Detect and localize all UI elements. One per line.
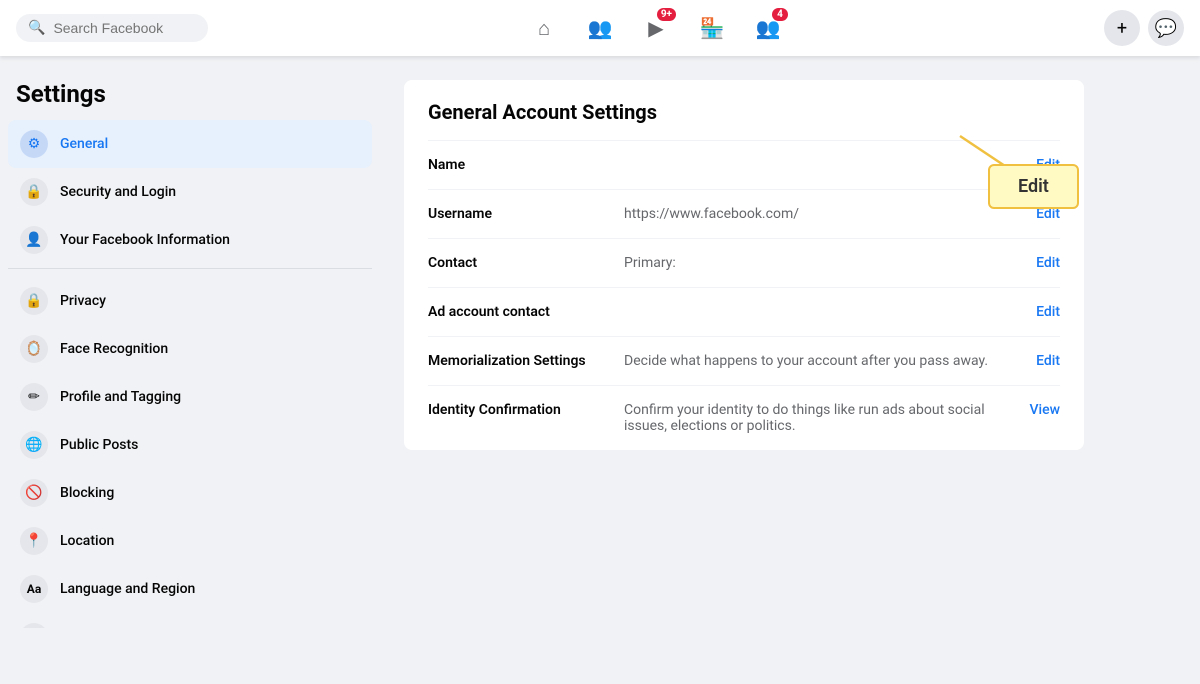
sidebar-item-security[interactable]: 🔒 Security and Login <box>8 168 372 216</box>
sidebar-item-blocking[interactable]: 🚫 Blocking <box>8 469 372 517</box>
contact-row: Contact Primary: Edit <box>428 238 1060 287</box>
blocking-icon: 🚫 <box>20 479 48 507</box>
sidebar-label-face-recognition: Face Recognition <box>60 341 168 357</box>
ad-account-row: Ad account contact Edit <box>428 287 1060 336</box>
username-label: Username <box>428 206 608 222</box>
nav-friends-button[interactable]: 👥 <box>576 4 624 52</box>
privacy-icon: 🔒 <box>20 287 48 315</box>
sidebar-item-public-posts[interactable]: 🌐 Public Posts <box>8 421 372 469</box>
nav-groups-button[interactable]: 👥 4 <box>744 4 792 52</box>
name-row: Name Edit <box>428 140 1060 189</box>
public-posts-icon: 🌐 <box>20 431 48 459</box>
friends-icon: 👥 <box>588 16 613 40</box>
messenger-button[interactable]: 💬 <box>1148 10 1184 46</box>
username-edit-button[interactable]: Edit <box>1036 206 1060 222</box>
sidebar-item-profile-tagging[interactable]: ✏ Profile and Tagging <box>8 373 372 421</box>
top-navigation: 🔍 ⌂ 👥 ▶ 9+ 🏪 👥 4 + 💬 <box>0 0 1200 56</box>
sidebar-item-location[interactable]: 📍 Location <box>8 517 372 565</box>
identity-row: Identity Confirmation Confirm your ident… <box>428 385 1060 450</box>
sidebar-label-public-posts: Public Posts <box>60 437 138 453</box>
sidebar-label-location: Location <box>60 533 114 549</box>
language-icon: Aa <box>20 575 48 603</box>
groups-badge: 4 <box>772 8 788 21</box>
plus-icon: + <box>1117 18 1127 39</box>
name-edit-button[interactable]: Edit <box>1036 157 1060 173</box>
watch-badge: 9+ <box>657 8 676 21</box>
sidebar-item-face-recognition[interactable]: 🪞 Face Recognition <box>8 325 372 373</box>
sidebar-item-facebook-info[interactable]: 👤 Your Facebook Information <box>8 216 372 264</box>
search-bar[interactable]: 🔍 <box>16 14 208 42</box>
sidebar-title: Settings <box>8 72 372 120</box>
face-recognition-icon: 🪞 <box>20 335 48 363</box>
ad-account-label: Ad account contact <box>428 304 608 320</box>
general-icon: ⚙ <box>20 130 48 158</box>
sidebar-item-stories[interactable]: 📖 Stories <box>8 613 372 628</box>
nav-marketplace-button[interactable]: 🏪 <box>688 4 736 52</box>
memorialization-edit-button[interactable]: Edit <box>1036 353 1060 369</box>
main-content: General Account Settings Name Edit Usern… <box>380 56 1200 628</box>
marketplace-icon: 🏪 <box>700 16 725 40</box>
sidebar-label-general: General <box>60 136 108 152</box>
security-icon: 🔒 <box>20 178 48 206</box>
contact-edit-button[interactable]: Edit <box>1036 255 1060 271</box>
sidebar-item-general[interactable]: ⚙ General <box>8 120 372 168</box>
nav-home-button[interactable]: ⌂ <box>520 4 568 52</box>
memorialization-desc: Decide what happens to your account afte… <box>624 353 1020 369</box>
sidebar-label-blocking: Blocking <box>60 485 114 501</box>
username-row: Username https://www.facebook.com/ Edit <box>428 189 1060 238</box>
contact-label: Contact <box>428 255 608 271</box>
ad-account-edit-button[interactable]: Edit <box>1036 304 1060 320</box>
page-body: Settings ⚙ General 🔒 Security and Login … <box>0 56 1200 628</box>
search-input[interactable] <box>53 20 196 36</box>
location-icon: 📍 <box>20 527 48 555</box>
messenger-icon: 💬 <box>1155 18 1177 39</box>
memorialization-label: Memorialization Settings <box>428 353 608 369</box>
add-button[interactable]: + <box>1104 10 1140 46</box>
identity-view-button[interactable]: View <box>1030 402 1061 418</box>
sidebar-label-language: Language and Region <box>60 581 195 597</box>
identity-desc: Confirm your identity to do things like … <box>624 402 1014 434</box>
settings-sidebar: Settings ⚙ General 🔒 Security and Login … <box>0 56 380 628</box>
settings-panel-title: General Account Settings <box>428 80 1060 140</box>
nav-right-actions: + 💬 <box>1104 10 1184 46</box>
settings-panel: General Account Settings Name Edit Usern… <box>404 80 1084 450</box>
sidebar-label-facebook-info: Your Facebook Information <box>60 232 230 248</box>
facebook-info-icon: 👤 <box>20 226 48 254</box>
username-value: https://www.facebook.com/ <box>624 206 1020 222</box>
memorialization-row: Memorialization Settings Decide what hap… <box>428 336 1060 385</box>
sidebar-item-privacy[interactable]: 🔒 Privacy <box>8 277 372 325</box>
sidebar-divider-1 <box>8 268 372 269</box>
sidebar-label-security: Security and Login <box>60 184 176 200</box>
stories-icon: 📖 <box>20 623 48 628</box>
nav-icons-group: ⌂ 👥 ▶ 9+ 🏪 👥 4 <box>208 4 1104 52</box>
identity-label: Identity Confirmation <box>428 402 608 418</box>
nav-watch-button[interactable]: ▶ 9+ <box>632 4 680 52</box>
name-label: Name <box>428 157 608 173</box>
search-icon: 🔍 <box>28 20 45 36</box>
contact-value: Primary: <box>624 255 1020 271</box>
home-icon: ⌂ <box>538 16 550 41</box>
profile-tagging-icon: ✏ <box>20 383 48 411</box>
sidebar-item-language[interactable]: Aa Language and Region <box>8 565 372 613</box>
sidebar-label-privacy: Privacy <box>60 293 106 309</box>
sidebar-label-profile-tagging: Profile and Tagging <box>60 389 181 405</box>
